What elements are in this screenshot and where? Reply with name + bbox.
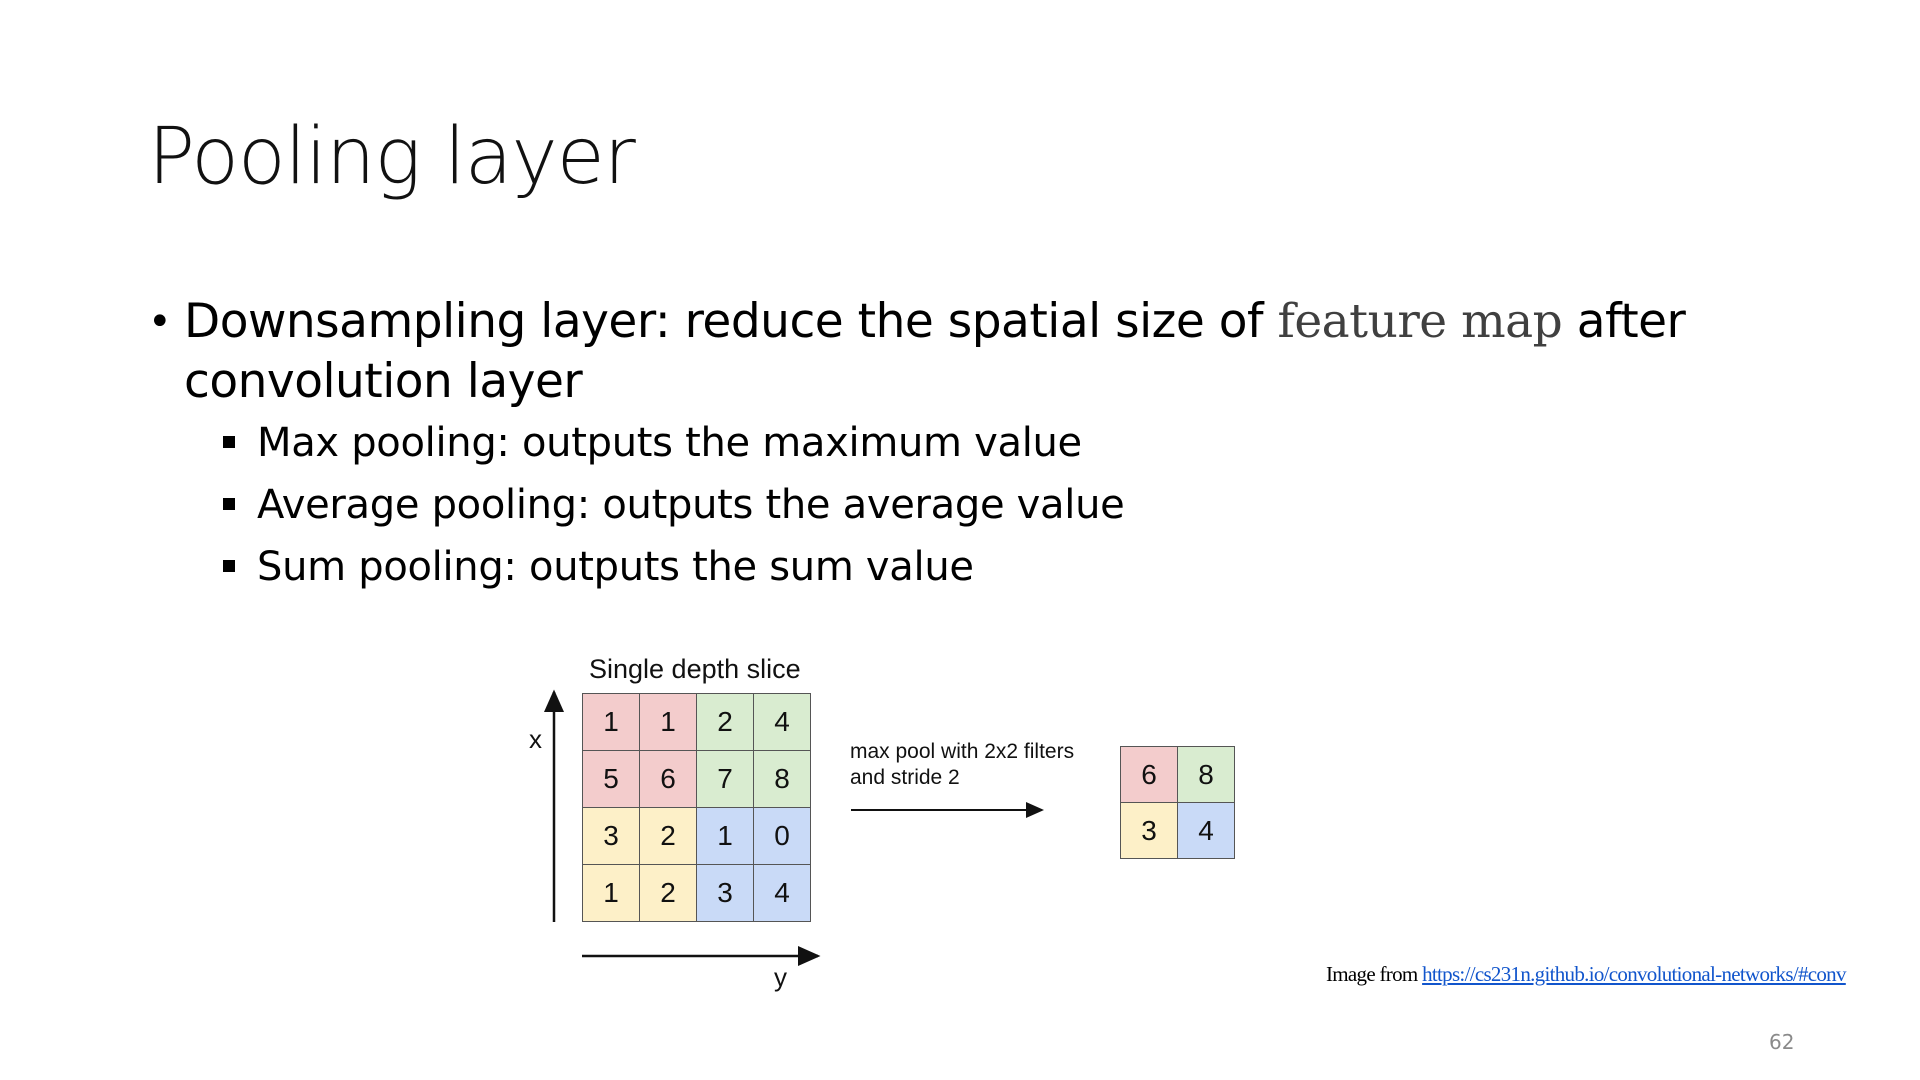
bullet-list: • Downsampling layer: reduce the spatial … bbox=[148, 292, 1748, 598]
grid-cell: 0 bbox=[753, 807, 811, 865]
grid-cell: 1 bbox=[639, 693, 697, 751]
grid-cell: 7 bbox=[696, 750, 754, 808]
grid-cell: 4 bbox=[753, 693, 811, 751]
credit-prefix: Image from bbox=[1326, 962, 1423, 986]
credit-link[interactable]: https://cs231n.github.io/convolutional-n… bbox=[1422, 962, 1846, 986]
grid-row: 1 1 2 4 bbox=[582, 693, 811, 751]
bullet-dot-icon: • bbox=[148, 299, 172, 345]
slide-title: Pooling layer bbox=[148, 112, 636, 202]
sub-bullet-text: Sum pooling: outputs the sum value bbox=[257, 544, 974, 590]
sub-bullet-sum: Sum pooling: outputs the sum value bbox=[148, 536, 1748, 598]
operation-label: max pool with 2x2 filters and stride 2 bbox=[850, 739, 1074, 791]
bullet-main-text-pre: Downsampling layer: reduce the spatial s… bbox=[184, 294, 1278, 349]
grid-cell: 3 bbox=[696, 864, 754, 922]
grid-cell: 1 bbox=[582, 693, 640, 751]
grid-row: 3 2 1 0 bbox=[582, 807, 811, 865]
square-bullet-icon bbox=[223, 560, 235, 572]
square-bullet-icon bbox=[223, 498, 235, 510]
grid-cell: 1 bbox=[582, 864, 640, 922]
operation-label-line2: and stride 2 bbox=[850, 766, 960, 789]
grid-cell: 4 bbox=[1177, 802, 1235, 859]
grid-cell: 8 bbox=[753, 750, 811, 808]
grid-cell: 6 bbox=[639, 750, 697, 808]
sub-bullet-text: Max pooling: outputs the maximum value bbox=[257, 420, 1082, 466]
input-grid: 1 1 2 4 5 6 7 8 3 2 1 0 1 2 3 4 bbox=[582, 693, 811, 922]
grid-cell: 2 bbox=[639, 864, 697, 922]
grid-row: 5 6 7 8 bbox=[582, 750, 811, 808]
sub-bullet-text: Average pooling: outputs the average val… bbox=[257, 482, 1125, 528]
bullet-main: • Downsampling layer: reduce the spatial … bbox=[148, 292, 1748, 412]
page-number: 62 bbox=[1769, 1030, 1795, 1054]
sub-bullet-max: Max pooling: outputs the maximum value bbox=[148, 412, 1748, 474]
grid-cell: 2 bbox=[639, 807, 697, 865]
grid-cell: 6 bbox=[1120, 746, 1178, 803]
grid-row: 1 2 3 4 bbox=[582, 864, 811, 922]
image-credit: Image from https://cs231n.github.io/conv… bbox=[1326, 962, 1846, 987]
sub-bullet-average: Average pooling: outputs the average val… bbox=[148, 474, 1748, 536]
grid-cell: 2 bbox=[696, 693, 754, 751]
square-bullet-icon bbox=[223, 436, 235, 448]
grid-cell: 4 bbox=[753, 864, 811, 922]
operation-label-line1: max pool with 2x2 filters bbox=[850, 740, 1075, 763]
grid-cell: 1 bbox=[696, 807, 754, 865]
max-pooling-figure: Single depth slice x y 1 1 2 4 5 6 7 8 3… bbox=[500, 650, 1260, 1000]
bullet-main-term: feature map bbox=[1277, 294, 1563, 349]
grid-cell: 8 bbox=[1177, 746, 1235, 803]
grid-cell: 3 bbox=[582, 807, 640, 865]
grid-row: 3 4 bbox=[1120, 802, 1235, 859]
grid-cell: 3 bbox=[1120, 802, 1178, 859]
output-grid: 6 8 3 4 bbox=[1120, 746, 1235, 859]
grid-cell: 5 bbox=[582, 750, 640, 808]
grid-row: 6 8 bbox=[1120, 746, 1235, 803]
